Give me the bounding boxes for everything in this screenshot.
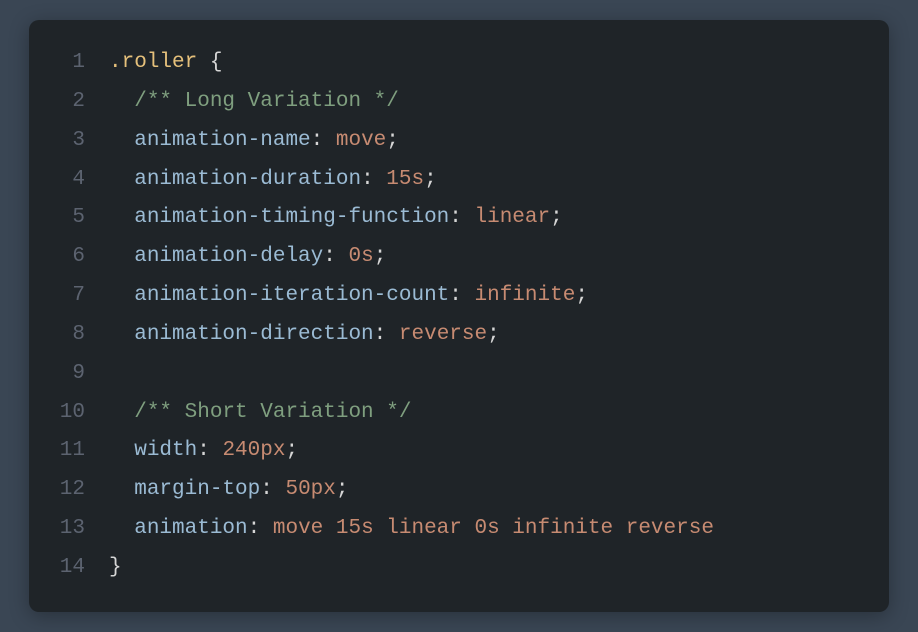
code-content: animation-direction: reverse; <box>109 316 500 355</box>
line-number: 3 <box>41 122 109 161</box>
code-content: /** Long Variation */ <box>109 83 399 122</box>
code-content: animation-timing-function: linear; <box>109 199 563 238</box>
code-block: 1.roller {2 /** Long Variation */3 anima… <box>29 20 889 612</box>
code-line: 4 animation-duration: 15s; <box>41 161 865 200</box>
code-line: 12 margin-top: 50px; <box>41 471 865 510</box>
line-number: 6 <box>41 238 109 277</box>
code-line: 13 animation: move 15s linear 0s infinit… <box>41 510 865 549</box>
line-number: 7 <box>41 277 109 316</box>
code-line: 2 /** Long Variation */ <box>41 83 865 122</box>
code-content: animation: move 15s linear 0s infinite r… <box>109 510 714 549</box>
code-content: .roller { <box>109 44 222 83</box>
code-line: 14} <box>41 549 865 588</box>
code-content: /** Short Variation */ <box>109 394 411 433</box>
code-content: animation-iteration-count: infinite; <box>109 277 588 316</box>
code-line: 9 <box>41 355 865 394</box>
code-line: 1.roller { <box>41 44 865 83</box>
code-line: 11 width: 240px; <box>41 432 865 471</box>
code-line: 3 animation-name: move; <box>41 122 865 161</box>
line-number: 5 <box>41 199 109 238</box>
code-line: 6 animation-delay: 0s; <box>41 238 865 277</box>
code-line: 5 animation-timing-function: linear; <box>41 199 865 238</box>
code-content: } <box>109 549 122 588</box>
line-number: 12 <box>41 471 109 510</box>
line-number: 13 <box>41 510 109 549</box>
code-content: margin-top: 50px; <box>109 471 349 510</box>
code-content: width: 240px; <box>109 432 298 471</box>
code-content: animation-duration: 15s; <box>109 161 437 200</box>
line-number: 2 <box>41 83 109 122</box>
line-number: 10 <box>41 394 109 433</box>
code-line: 7 animation-iteration-count: infinite; <box>41 277 865 316</box>
line-number: 14 <box>41 549 109 588</box>
code-line: 10 /** Short Variation */ <box>41 394 865 433</box>
line-number: 8 <box>41 316 109 355</box>
line-number: 1 <box>41 44 109 83</box>
code-line: 8 animation-direction: reverse; <box>41 316 865 355</box>
line-number: 4 <box>41 161 109 200</box>
code-content: animation-name: move; <box>109 122 399 161</box>
code-content: animation-delay: 0s; <box>109 238 386 277</box>
line-number: 9 <box>41 355 109 394</box>
line-number: 11 <box>41 432 109 471</box>
